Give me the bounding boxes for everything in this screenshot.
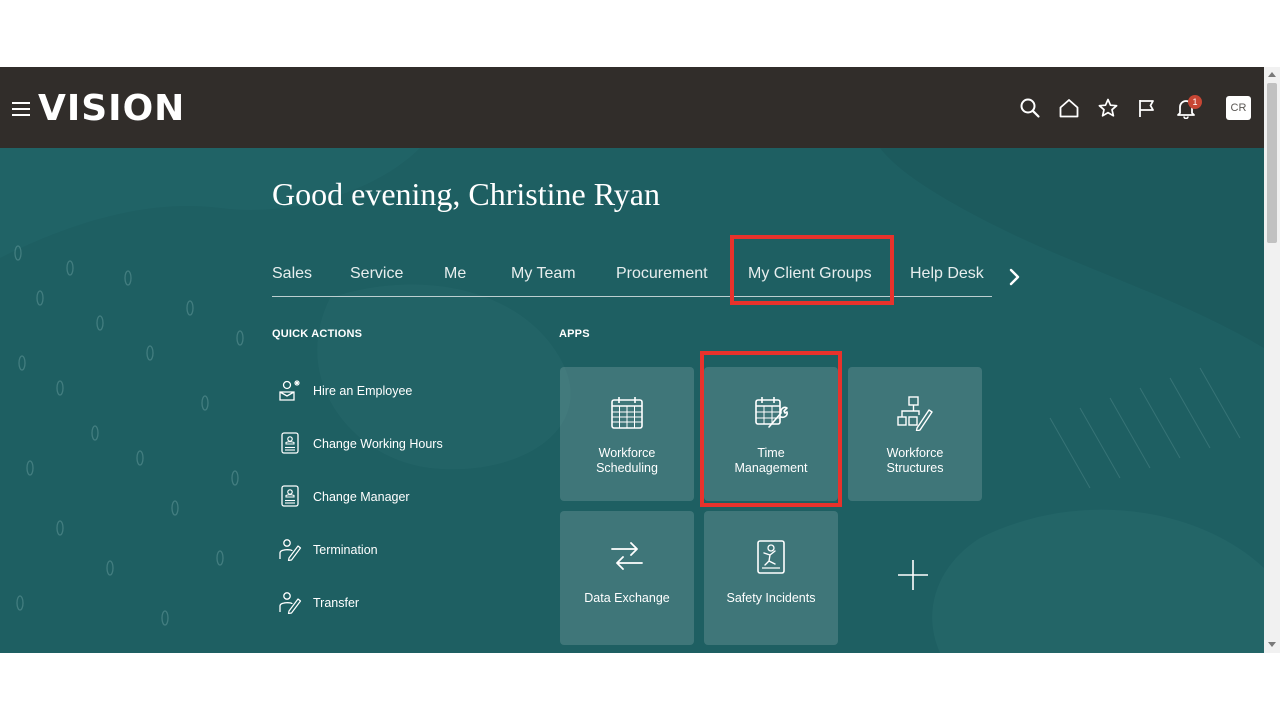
tab-service[interactable]: Service [350, 264, 403, 284]
app-tile-label: Time Management [734, 446, 808, 475]
favorites-star-icon[interactable] [1097, 97, 1119, 119]
quick-action-change-working-hours[interactable]: Change Working Hours [278, 431, 518, 457]
notification-count-badge: 1 [1188, 95, 1202, 109]
quick-action-label: Change Manager [313, 490, 410, 504]
app-tile-label: Workforce Structures [886, 446, 944, 475]
quick-action-label: Change Working Hours [313, 437, 443, 451]
calendar-icon [611, 397, 643, 429]
quick-action-transfer[interactable]: Transfer [278, 590, 518, 616]
exchange-arrows-icon [611, 542, 643, 570]
scroll-down-arrow-icon[interactable] [1268, 642, 1276, 647]
springboard-tabs: Sales Service Me My Team Procurement My … [272, 258, 992, 297]
app-tile-data-exchange[interactable]: Data Exchange [560, 511, 694, 645]
home-icon[interactable] [1058, 97, 1080, 119]
app-tile-workforce-scheduling[interactable]: Workforce Scheduling [560, 367, 694, 501]
tab-my-team[interactable]: My Team [511, 264, 576, 284]
person-edit-icon [279, 539, 302, 561]
app-tile-label: Safety Incidents [726, 591, 816, 605]
tab-sales[interactable]: Sales [272, 264, 312, 284]
quick-action-label: Transfer [313, 596, 360, 610]
app-tile-label: Data Exchange [584, 591, 670, 605]
document-person-icon [281, 485, 299, 507]
person-edit-icon [279, 592, 302, 614]
page-scrollbar[interactable] [1264, 67, 1280, 653]
quick-action-termination[interactable]: Termination [278, 537, 518, 563]
apps-heading: APPS [559, 328, 590, 340]
user-avatar[interactable]: CR [1226, 96, 1251, 120]
quick-action-change-manager[interactable]: Change Manager [278, 484, 518, 510]
browser-viewport: VISION 1 CR Good evening, Christine Ryan… [0, 67, 1280, 653]
tab-my-client-groups[interactable]: My Client Groups [748, 264, 872, 284]
quick-actions-heading: QUICK ACTIONS [272, 328, 363, 340]
greeting-heading: Good evening, Christine Ryan [272, 176, 660, 212]
app-tile-label: Workforce Scheduling [596, 446, 658, 475]
scrollbar-thumb[interactable] [1267, 83, 1277, 243]
quick-action-label: Hire an Employee [313, 384, 413, 398]
tab-help-desk[interactable]: Help Desk [910, 264, 984, 284]
scroll-up-arrow-icon[interactable] [1268, 72, 1276, 77]
flag-icon[interactable] [1136, 97, 1158, 119]
hire-employee-icon [279, 380, 300, 401]
app-tile-time-management[interactable]: Time Management [704, 367, 838, 501]
welcome-springboard: Good evening, Christine Ryan Sales Servi… [0, 148, 1264, 653]
document-person-icon [281, 432, 299, 454]
tab-me[interactable]: Me [444, 264, 466, 284]
app-tile-safety-incidents[interactable]: Safety Incidents [704, 511, 838, 645]
org-chart-edit-icon [897, 396, 933, 431]
tab-procurement[interactable]: Procurement [616, 264, 708, 284]
app-tile-workforce-structures[interactable]: Workforce Structures [848, 367, 982, 501]
global-header: VISION 1 CR [0, 67, 1264, 148]
navigator-menu-icon[interactable] [12, 102, 30, 116]
quick-action-hire-employee[interactable]: Hire an Employee [278, 378, 518, 404]
quick-action-label: Termination [313, 543, 378, 557]
safety-incident-icon [757, 540, 785, 574]
vision-logo[interactable]: VISION [38, 87, 185, 131]
search-icon[interactable] [1019, 97, 1041, 119]
tabs-next-chevron-icon[interactable] [1006, 266, 1022, 288]
calendar-wrench-icon [755, 397, 788, 428]
add-app-plus-icon[interactable] [896, 558, 930, 592]
